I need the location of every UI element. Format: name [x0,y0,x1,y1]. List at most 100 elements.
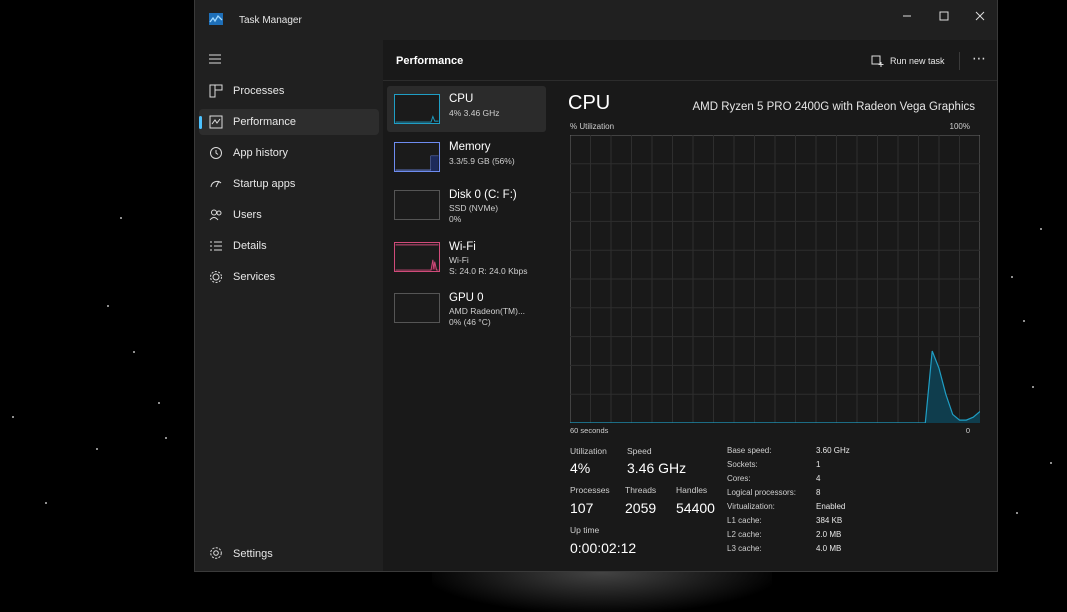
speed-label: Speed [627,446,652,456]
nav-label-startup-apps: Startup apps [233,178,296,190]
more-options-icon: ⋯ [972,50,986,66]
spec-value-l2-cache: 2.0 MB [816,530,842,539]
cpu-model-name: AMD Ryzen 5 PRO 2400G with Radeon Vega G… [692,101,975,113]
graph-time-end-label: 0 [965,426,970,435]
spec-key-l3-cache: L3 cache: [727,544,762,553]
settings-gear-icon [210,547,222,559]
wifi-thumbnail-graph [394,242,440,272]
run-new-task-button[interactable]: Run new task [871,52,945,70]
nav-label-app-history: App history [233,147,289,159]
utilization-axis-label: % Utilization [570,122,615,131]
title-bar[interactable]: Task Manager [195,0,997,40]
page-title: Performance [396,55,464,67]
spec-value-logical-processors: 8 [816,488,821,497]
resource-detail-disk-usage: 0% [449,214,462,224]
cpu-detail-panel: CPU AMD Ryzen 5 PRO 2400G with Radeon Ve… [568,80,988,571]
resource-detail-wifi-adapter: Wi-Fi [449,255,469,265]
nav-item-details[interactable]: Details [199,233,379,259]
utilization-max-label: 100% [949,122,970,131]
processes-icon [209,84,223,98]
spec-value-virtualization: Enabled [816,502,846,511]
nav-item-services[interactable]: Services [199,264,379,290]
processes-value: 107 [570,500,594,516]
spec-value-base-speed: 3.60 GHz [816,446,850,455]
resource-name-wifi: Wi-Fi [449,241,476,253]
threads-label: Threads [625,485,657,495]
app-history-icon [210,147,222,159]
nav-item-settings[interactable]: Settings [199,540,379,566]
processes-label: Processes [570,485,610,495]
graph-time-span-label: 60 seconds [570,426,609,435]
minimize-icon [903,15,911,17]
handles-value: 54400 [676,500,715,516]
window-title: Task Manager [239,15,302,26]
nav-item-app-history[interactable]: App history [199,140,379,166]
speed-value: 3.46 GHz [627,460,687,476]
handles-label: Handles [676,485,708,495]
resource-name-memory: Memory [449,141,491,153]
close-icon [975,11,985,21]
nav-item-performance[interactable]: Performance [199,109,379,135]
nav-item-users[interactable]: Users [199,202,379,228]
performance-icon [209,115,223,129]
spec-key-virtualization: Virtualization: [727,502,775,511]
disk-thumbnail-graph [394,190,440,220]
run-new-task-label: Run new task [890,56,945,66]
spec-value-cores: 4 [816,474,821,483]
maximize-button[interactable] [934,6,954,26]
spec-value-l1-cache: 384 KB [816,516,843,525]
close-button[interactable] [970,6,990,26]
utilization-value: 4% [570,460,591,476]
gpu-thumbnail-graph [394,293,440,323]
resource-detail-wifi-throughput: S: 24.0 R: 24.0 Kbps [449,266,528,276]
cpu-thumbnail-graph [394,94,440,124]
maximize-icon [939,11,949,21]
resource-detail-disk-type: SSD (NVMe) [449,203,499,213]
resource-name-gpu: GPU 0 [449,292,484,304]
cpu-title: CPU [568,92,611,114]
minimize-button[interactable] [897,6,917,26]
threads-value: 2059 [625,500,657,516]
spec-key-l1-cache: L1 cache: [727,516,762,525]
nav-label-details: Details [233,240,267,252]
nav-label-performance: Performance [233,116,296,128]
resource-name-disk: Disk 0 (C: F:) [449,189,517,201]
cpu-utilization-graph [570,135,980,423]
spec-key-cores: Cores: [727,474,751,483]
main-panel: Performance Run new task ⋯ CPU 4% 3.46 G… [383,40,997,571]
resource-item-cpu[interactable]: CPU 4% 3.46 GHz [387,86,546,132]
resource-detail-gpu-model: AMD Radeon(TM)... [449,306,526,316]
resource-detail-cpu: 4% 3.46 GHz [449,108,500,118]
users-icon [209,209,222,221]
spec-key-base-speed: Base speed: [727,446,772,455]
main-header: Performance Run new task ⋯ [383,40,997,81]
uptime-value: 0:00:02:12 [570,540,637,556]
uptime-label: Up time [570,525,600,535]
spec-key-sockets: Sockets: [727,460,758,469]
header-divider [959,52,960,70]
resource-item-gpu[interactable]: GPU 0 AMD Radeon(TM)... 0% (46 °C) [387,285,546,331]
more-options-button[interactable]: ⋯ [969,50,989,70]
spec-value-l3-cache: 4.0 MB [816,544,842,553]
sidebar: Processes Performance App history Startu… [195,40,383,571]
nav-item-processes[interactable]: Processes [199,78,379,104]
nav-label-settings: Settings [233,548,273,560]
run-new-task-icon [871,55,884,67]
nav-label-services: Services [233,271,276,283]
details-icon [210,241,222,251]
spec-key-l2-cache: L2 cache: [727,530,762,539]
resource-item-disk[interactable]: Disk 0 (C: F:) SSD (NVMe) 0% [387,182,546,228]
spec-key-logical-processors: Logical processors: [727,488,796,497]
resource-item-memory[interactable]: Memory 3.3/5.9 GB (56%) [387,134,546,180]
active-indicator [199,116,202,129]
hamburger-menu-icon[interactable] [209,54,221,64]
startup-apps-icon [210,180,222,188]
task-manager-window: Task Manager Processes Performance App h… [194,0,998,572]
spec-value-sockets: 1 [816,460,821,469]
task-manager-app-icon [209,13,223,25]
resource-name-cpu: CPU [449,93,474,105]
nav-item-startup-apps[interactable]: Startup apps [199,171,379,197]
nav-label-users: Users [233,209,262,221]
resource-item-wifi[interactable]: Wi-Fi Wi-Fi S: 24.0 R: 24.0 Kbps [387,234,546,280]
services-icon [210,271,222,283]
